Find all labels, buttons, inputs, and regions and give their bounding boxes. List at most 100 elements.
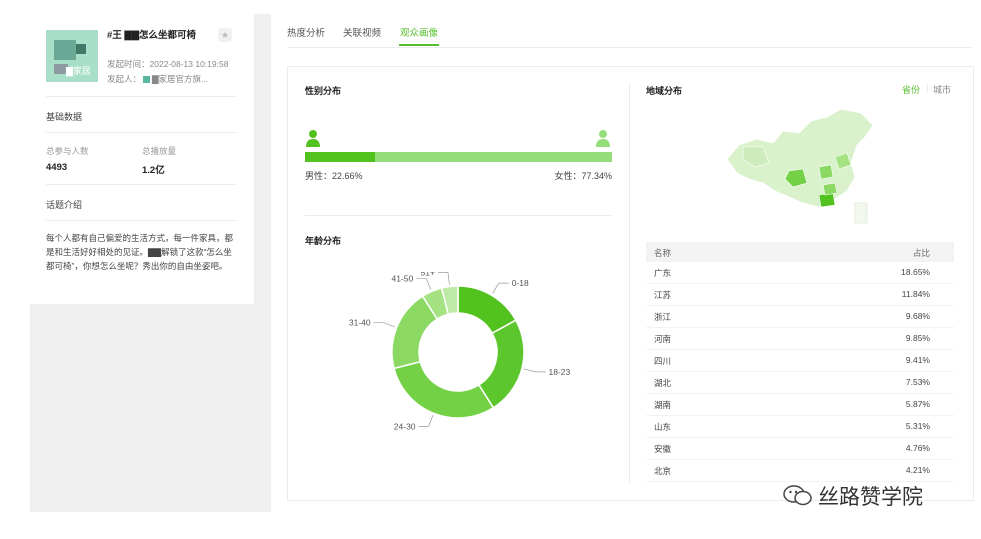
row-name: 北京 [654,466,672,476]
map-region-hubei [818,164,834,180]
toggle-separator: | [926,83,929,93]
row-share: 9.41% [905,355,930,365]
tab-audience-profile[interactable]: 观众画像 [400,25,438,39]
row-name: 浙江 [654,312,672,322]
row-share: 4.76% [905,443,930,453]
table-row: 湖南 5.87% [646,394,954,416]
age-label-31-40: 31-40 [349,318,371,328]
row-share: 9.68% [905,311,930,321]
divider [305,215,612,216]
map-region-hunan [822,182,838,196]
gender-male-fill [305,152,375,162]
shop-icon [143,76,151,84]
intro-text: 每个人都有自己偏爱的生活方式，每一件家具，都是和生活好好相处的见证。▇▇解锁了这… [46,233,234,271]
watermark-text: 丝路赞学院 [818,486,923,509]
row-name: 河南 [654,334,672,344]
map-inset-south-sea [854,202,868,224]
row-name: 广东 [654,268,672,278]
tab-related-videos[interactable]: 关联视频 [343,25,381,39]
row-share: 5.31% [905,421,930,431]
age-label-line-18-23 [523,368,546,373]
row-share: 7.53% [905,377,930,387]
age-title: 年龄分布 [305,236,342,246]
age-label-51+: 51+ [421,272,435,278]
row-name: 湖北 [654,378,672,388]
toggle-province[interactable]: 省份 [902,83,920,96]
age-label-41-50: 41-50 [391,274,413,284]
table-row: 江苏 11.84% [646,284,954,306]
header-name: 名称 [654,248,672,258]
participants-value: 4493 [46,162,68,173]
row-name: 安徽 [654,444,672,454]
divider [46,132,236,133]
row-name: 湖南 [654,400,672,410]
table-row: 山东 5.31% [646,416,954,438]
age-label-24-30: 24-30 [394,421,416,431]
basic-data-title: 基础数据 [46,112,83,122]
divider [629,83,630,483]
topic-thumbnail[interactable]: ▇家居 [46,30,98,82]
wechat-logo-icon [783,485,812,506]
table-row: 广东 18.65% [646,262,954,284]
intro-title: 话题介绍 [46,200,83,210]
row-name: 江苏 [654,290,672,300]
plays-label: 总播放量 [142,146,177,156]
table-row: 湖北 7.53% [646,372,954,394]
table-row: 浙江 9.68% [646,306,954,328]
age-label-line-51+ [437,272,450,285]
region-title: 地域分布 [646,86,683,96]
topic-time: 发起时间：2022-08-13 10:19:58 [107,58,228,70]
row-share: 9.85% [905,333,930,343]
table-row: 四川 9.41% [646,350,954,372]
table-row: 河南 9.85% [646,328,954,350]
gender-bar [305,152,612,162]
divider [46,184,236,185]
map-region-guangdong [818,192,836,208]
thumb-text: ▇家居 [66,66,91,76]
time-value: 2022-08-13 10:19:58 [149,59,229,69]
plays-value: 1.2亿 [142,165,165,176]
participants-label: 总参与人数 [46,146,89,156]
thumb-block [54,40,76,60]
topic-panel: ▇家居 #王 ▇▇怎么坐都可椅 ★ 发起时间：2022-08-13 10:19:… [30,14,254,304]
audience-card: 性别分布 男性：22.66% 女性：77.34% 年龄分布 0-18 18-23 2… [287,66,974,501]
row-name: 四川 [654,356,672,366]
thumb-block [76,44,86,54]
region-table-header: 名称 占比 [646,242,954,262]
initiator-value[interactable]: ▇家居官方旗... [152,74,208,84]
favorite-star-icon[interactable]: ★ [218,28,232,42]
china-map [726,108,874,224]
age-label-line-0-18 [492,282,509,294]
female-icon [596,130,610,147]
age-label-18-23: 18-23 [548,367,570,377]
toggle-city[interactable]: 城市 [933,83,951,96]
age-slice-24-30[interactable] [393,360,495,419]
age-label-line-24-30 [418,415,434,427]
row-name: 山东 [654,422,672,432]
tab-heat-analysis[interactable]: 热度分析 [287,25,325,39]
initiator-label: 发起人： [107,74,142,84]
age-label-0-18: 0-18 [512,278,529,288]
tab-bar: 热度分析 关联视频 观众画像 [287,14,972,48]
topic-initiator: 发起人： ▇家居官方旗... [107,73,208,85]
female-share-label: 女性：77.34% [554,171,612,181]
active-tab-indicator [399,44,439,46]
header-share: 占比 [912,248,930,258]
topic-title: #王 ▇▇怎么坐都可椅 [107,30,197,41]
gender-title: 性别分布 [305,86,342,96]
age-donut-chart: 0-18 18-23 24-30 31-40 41-50 51+ [349,272,571,431]
male-share-label: 男性：22.66% [305,171,363,181]
region-table: 名称 占比 广东 18.65% 江苏 11.84% 浙江 9.68% 河南 9.85% … [646,242,954,482]
male-icon [306,130,320,147]
row-share: 18.65% [901,267,930,277]
divider [46,96,236,97]
row-share: 5.87% [905,399,930,409]
table-row: 北京 4.21% [646,460,954,482]
row-share: 11.84% [901,289,930,299]
divider [46,220,236,221]
age-label-line-41-50 [416,278,432,290]
age-label-line-31-40 [373,322,395,328]
table-row: 安徽 4.76% [646,438,954,460]
time-label: 发起时间： [107,59,150,69]
row-share: 4.21% [905,465,930,475]
